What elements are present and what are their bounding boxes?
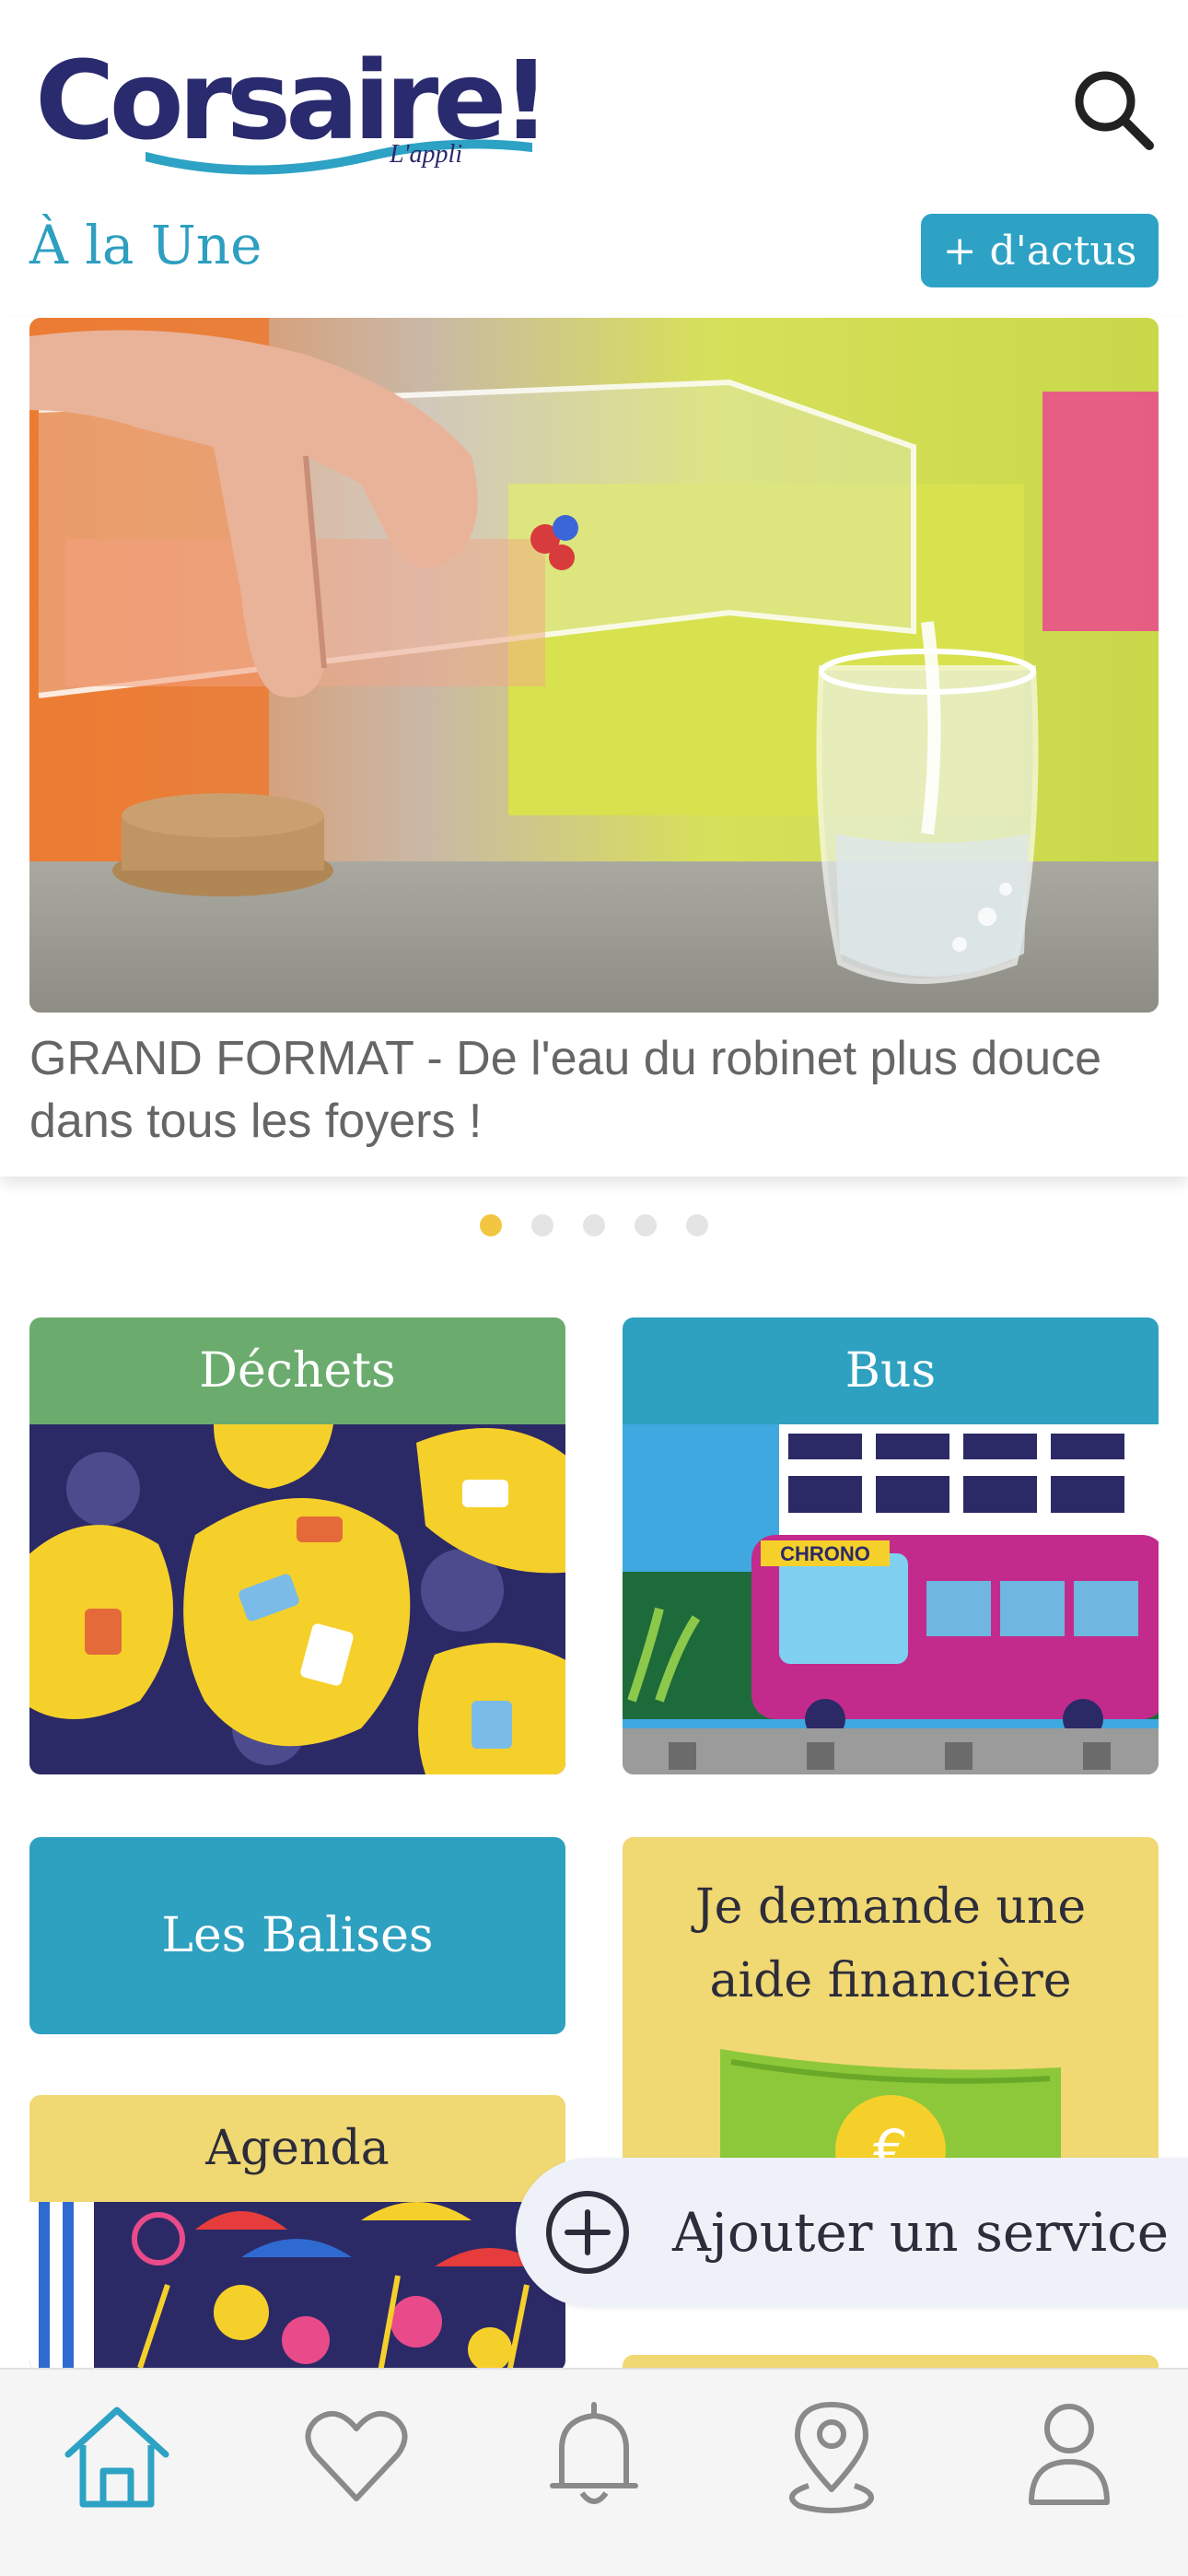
- logo-swoosh: [146, 139, 532, 175]
- carousel-dot[interactable]: [686, 1214, 708, 1236]
- service-card-bus[interactable]: Bus CHRONO: [623, 1317, 1159, 1774]
- bus-sign-text: CHRONO: [780, 1542, 870, 1565]
- add-service-button[interactable]: Ajouter un service: [516, 2158, 1188, 2307]
- nav-notifications[interactable]: [534, 2397, 654, 2517]
- carousel-dots: [0, 1214, 1188, 1242]
- carousel-dot[interactable]: [531, 1214, 553, 1236]
- carousel-dot[interactable]: [480, 1214, 502, 1236]
- search-button[interactable]: [1068, 64, 1160, 157]
- more-news-button[interactable]: + d'actus: [921, 214, 1159, 287]
- carousel-dot[interactable]: [635, 1214, 657, 1236]
- bottom-navigation: [0, 2368, 1188, 2576]
- nav-home[interactable]: [57, 2397, 177, 2517]
- service-card-waste[interactable]: Déchets: [29, 1317, 565, 1774]
- user-icon: [1029, 2404, 1110, 2505]
- search-icon: [1075, 71, 1154, 150]
- add-service-label: Ajouter un service: [672, 2201, 1170, 2264]
- service-card-title: Bus: [623, 1317, 1159, 1424]
- map-pin-icon: [789, 2402, 874, 2513]
- home-icon: [64, 2406, 169, 2508]
- bus-illustration: CHRONO: [623, 1424, 1159, 1774]
- agenda-illustration: [29, 2202, 565, 2371]
- app-header: Corsaire! L'appli: [0, 0, 1188, 193]
- service-card-title: Les Balises: [161, 1908, 434, 1963]
- featured-article-caption[interactable]: GRAND FORMAT - De l'eau du robinet plus …: [29, 1027, 1159, 1153]
- service-card-agenda[interactable]: Agenda: [29, 2095, 565, 2371]
- bell-icon: [550, 2402, 638, 2504]
- featured-article-card[interactable]: GRAND FORMAT - De l'eau du robinet plus …: [0, 318, 1188, 1177]
- service-card-title: Déchets: [29, 1317, 565, 1424]
- section-title-featured: À la Une: [29, 214, 262, 276]
- nav-favorites[interactable]: [297, 2397, 416, 2517]
- waste-illustration: [29, 1424, 565, 1774]
- service-card-title: Agenda: [29, 2095, 565, 2202]
- nav-profile[interactable]: [1009, 2397, 1129, 2517]
- add-circle-icon: [546, 2191, 629, 2274]
- nav-map[interactable]: [772, 2397, 891, 2517]
- logo-subtitle: L'appli: [390, 140, 463, 169]
- carousel-dot[interactable]: [583, 1214, 605, 1236]
- featured-article-image: [29, 318, 1159, 1013]
- heart-icon: [305, 2410, 408, 2501]
- service-card-title: Je demande une aide financière: [694, 1879, 1087, 2008]
- service-card-beacons[interactable]: Les Balises: [29, 1837, 565, 2034]
- app-logo[interactable]: Corsaire! L'appli: [35, 37, 551, 184]
